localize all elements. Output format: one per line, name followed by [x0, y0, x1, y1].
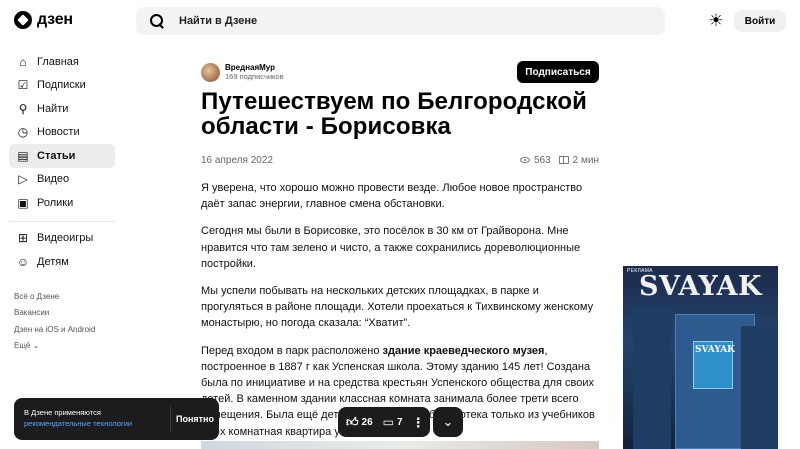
- accept-button[interactable]: Понятно: [171, 398, 219, 440]
- sidebar-item-label: Новости: [37, 126, 80, 139]
- shorts-icon: ▣: [17, 195, 29, 210]
- like-count: 26: [361, 416, 373, 428]
- publish-date: 16 апреля 2022: [201, 154, 273, 166]
- clock-icon: ◷: [17, 125, 29, 140]
- advertisement-banner[interactable]: SVAYAK РЕКЛАМА SVAYAK: [623, 266, 778, 449]
- sidebar-item-label: Видео: [37, 173, 70, 186]
- search-bar[interactable]: Найти в Дзене: [136, 7, 665, 35]
- sidebar-item-label: Статьи: [37, 149, 76, 162]
- article-title: Путешествуем по Белгородской области - Б…: [201, 88, 587, 140]
- footer-link-apps[interactable]: Дзен на iOS и Android: [14, 325, 95, 341]
- article-paragraph: Я уверена, что хорошо можно провести вез…: [201, 182, 583, 211]
- sidebar-nav: ⌂ Главная ☑ Подписки ⚲ Найти ◷ Новости ▤…: [9, 50, 115, 274]
- kids-icon: ☺: [16, 254, 30, 269]
- sidebar-item-kids[interactable]: ☺ Детям: [9, 250, 115, 274]
- article: ВреднаяМур 169 подписчиков Подписаться П…: [201, 60, 599, 440]
- article-meta: 16 апреля 2022 563 2 мин: [201, 153, 599, 167]
- like-button[interactable]: 👍︎ 26: [346, 416, 373, 428]
- subscribe-button[interactable]: Подписаться: [517, 61, 599, 83]
- avatar[interactable]: [201, 62, 220, 82]
- more-options-icon[interactable]: ⋮: [412, 416, 425, 429]
- sidebar-item-find[interactable]: ⚲ Найти: [9, 97, 115, 121]
- sidebar-item-label: Главная: [37, 55, 79, 68]
- search-icon: [149, 13, 165, 29]
- check-square-icon: ☑: [17, 78, 29, 93]
- ad-building-right: [741, 326, 778, 449]
- footer-link-more[interactable]: Ещё ⌄: [14, 341, 95, 357]
- sidebar-item-video[interactable]: ▷ Видео: [9, 168, 115, 192]
- sidebar-item-label: Найти: [37, 102, 69, 115]
- article-photo[interactable]: [201, 441, 599, 449]
- recommendation-tech-link[interactable]: рекомендательные технологии: [24, 419, 132, 430]
- search-icon: ⚲: [18, 101, 28, 116]
- sidebar-item-label: Ролики: [37, 196, 74, 209]
- thumbs-up-icon: 👍︎: [346, 415, 359, 429]
- notice-text-line: В Дзене применяются: [24, 408, 101, 417]
- sidebar-footer-links: Всё о Дзене Вакансии Дзен на iOS и Andro…: [14, 292, 95, 357]
- footer-link-about[interactable]: Всё о Дзене: [14, 292, 95, 308]
- sidebar-item-label: Подписки: [37, 79, 86, 92]
- recommendation-notice: В Дзене применяются рекомендательные тех…: [14, 398, 219, 440]
- read-time: 2 мин: [572, 154, 599, 166]
- comment-count: 7: [397, 416, 403, 428]
- article-paragraph: Сегодня мы были в Борисовке, это посёлок…: [201, 225, 581, 270]
- ad-brand-logo: SVAYAK: [639, 271, 762, 302]
- footer-link-vacancies[interactable]: Вакансии: [14, 308, 95, 324]
- book-open-icon: [558, 156, 569, 164]
- sidebar-divider: [9, 220, 115, 222]
- sidebar-item-home[interactable]: ⌂ Главная: [9, 50, 115, 74]
- eye-icon: [519, 157, 530, 163]
- chevron-down-icon: ⌄: [32, 340, 40, 350]
- notice-text: В Дзене применяются рекомендательные тех…: [24, 408, 132, 429]
- ad-building-left: [633, 306, 671, 449]
- ad-panel-logo: SVAYAK: [695, 345, 735, 355]
- article-paragraph: Мы успели побывать на нескольких детских…: [201, 285, 594, 330]
- comment-button[interactable]: ▭ 7: [383, 416, 403, 428]
- logo-text: дзен: [37, 11, 73, 28]
- scroll-down-button[interactable]: ⌄: [433, 407, 463, 437]
- book-icon: ▤: [17, 148, 29, 163]
- sidebar-item-subscriptions[interactable]: ☑ Подписки: [9, 74, 115, 98]
- sidebar-item-shorts[interactable]: ▣ Ролики: [9, 191, 115, 215]
- theme-toggle-sun-icon[interactable]: ☀: [707, 11, 725, 29]
- article-action-bar: 👍︎ 26 ▭ 7 ⋮: [338, 407, 430, 437]
- paragraph-text: Перед входом в парк расположено: [201, 344, 383, 357]
- view-count: 563: [533, 154, 551, 166]
- home-icon: ⌂: [19, 54, 27, 69]
- comment-icon: ▭: [382, 415, 395, 429]
- sidebar-item-news[interactable]: ◷ Новости: [9, 121, 115, 145]
- play-icon: ▷: [18, 172, 28, 187]
- sidebar-item-articles[interactable]: ▤ Статьи: [9, 144, 115, 168]
- paragraph-bold-text: здание краеведческого музея: [382, 344, 545, 357]
- sidebar-item-videogames[interactable]: ⊞ Видеоигры: [9, 227, 115, 251]
- footer-more-label: Ещё: [14, 340, 31, 350]
- dzen-logo[interactable]: дзен: [14, 11, 73, 29]
- gamepad-icon: ⊞: [17, 231, 29, 246]
- sidebar-item-label: Видеоигры: [37, 232, 94, 245]
- chevrons-down-icon: ⌄: [442, 414, 454, 429]
- search-input[interactable]: Найти в Дзене: [179, 15, 257, 27]
- dzen-logo-icon: [14, 11, 32, 29]
- author-subscribers: 169 подписчиков: [225, 72, 284, 81]
- login-button[interactable]: Войти: [734, 10, 786, 32]
- top-header: дзен Найти в Дзене ☀ Войти: [0, 0, 800, 42]
- author-name[interactable]: ВреднаяМур: [225, 63, 284, 72]
- sidebar-item-label: Детям: [37, 255, 69, 268]
